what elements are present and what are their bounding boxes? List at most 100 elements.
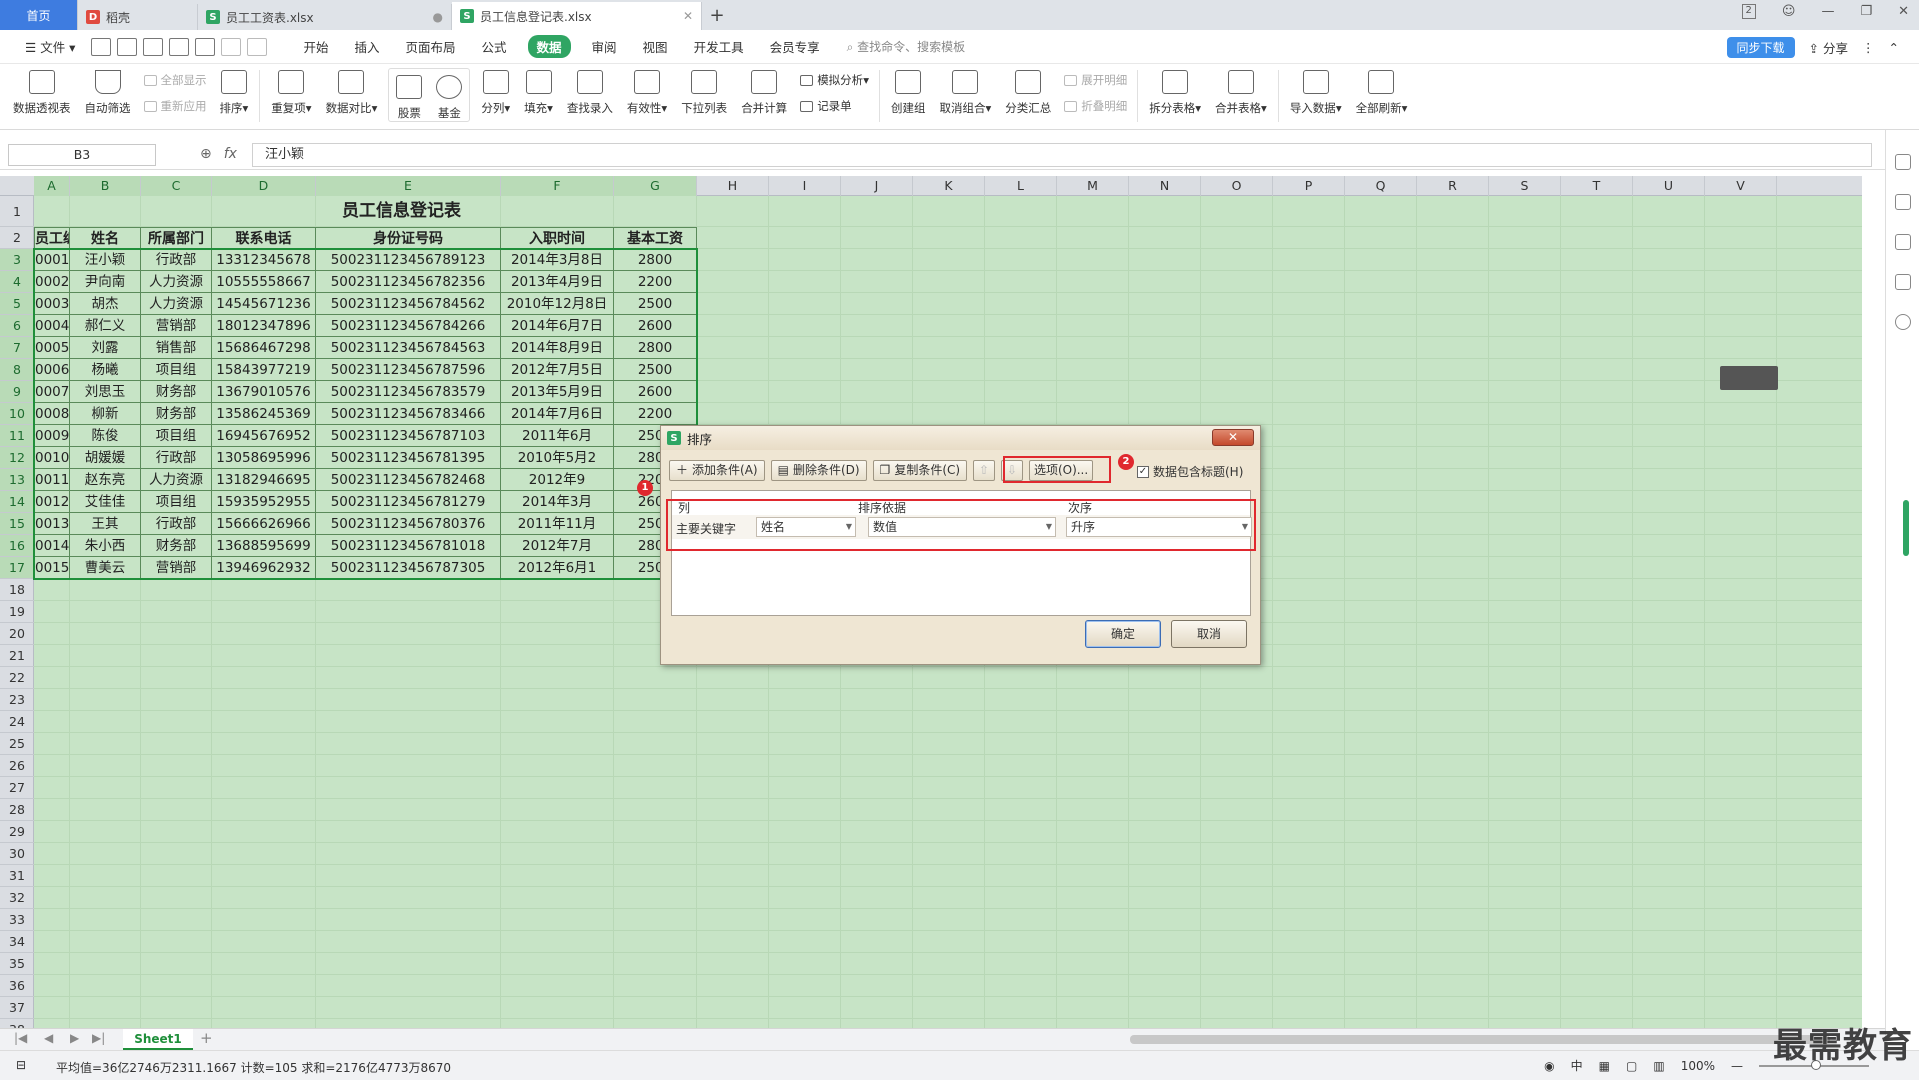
- table-cell[interactable]: 营销部: [141, 557, 212, 579]
- zoom-out-icon[interactable]: —: [1731, 1059, 1743, 1073]
- table-cell[interactable]: 项目组: [141, 359, 212, 381]
- dialog-close-button[interactable]: ✕: [1212, 429, 1254, 446]
- row-header-10[interactable]: 10: [0, 403, 34, 425]
- table-cell[interactable]: 500231123456787103: [316, 425, 501, 447]
- pivot-table-button[interactable]: 数据透视表: [6, 64, 78, 116]
- table-cell[interactable]: 2010年5月2: [501, 447, 614, 469]
- tab-home[interactable]: 首页: [0, 0, 78, 30]
- table-header-cell[interactable]: 员工编号: [34, 227, 70, 249]
- prev-sheet-icon[interactable]: ◀: [44, 1031, 53, 1045]
- table-cell[interactable]: 财务部: [141, 535, 212, 557]
- more-icon[interactable]: ⋮: [1862, 40, 1875, 55]
- sort-basis-select[interactable]: 数值 ▼: [868, 517, 1056, 537]
- lookup-entry-button[interactable]: 查找录入: [560, 64, 620, 116]
- table-cell[interactable]: 500231123456787305: [316, 557, 501, 579]
- fx-icon[interactable]: fx: [224, 146, 237, 162]
- last-sheet-icon[interactable]: ▶|: [92, 1031, 105, 1045]
- move-down-button[interactable]: ⇩: [1001, 460, 1024, 481]
- tab-daoke[interactable]: D 稻壳: [78, 4, 198, 30]
- row-header-24[interactable]: 24: [0, 711, 34, 733]
- horizontal-scrollbar[interactable]: [1130, 1035, 1830, 1044]
- record-form-button[interactable]: 记录单: [800, 98, 869, 114]
- table-cell[interactable]: 行政部: [141, 447, 212, 469]
- table-header-cell[interactable]: 所属部门: [141, 227, 212, 249]
- table-cell[interactable]: 500231123456789123: [316, 249, 501, 271]
- cloud-sync-button[interactable]: 同步下载: [1726, 37, 1795, 58]
- column-header-u[interactable]: U: [1633, 176, 1705, 196]
- column-header-t[interactable]: T: [1561, 176, 1633, 196]
- eye-protect-icon[interactable]: ◉: [1544, 1059, 1554, 1073]
- table-cell[interactable]: 13058695996: [212, 447, 316, 469]
- table-cell[interactable]: 14545671236: [212, 293, 316, 315]
- table-title[interactable]: 员工信息登记表: [34, 196, 769, 227]
- command-search[interactable]: ⌕ 查找命令、搜索模板: [847, 38, 966, 55]
- table-cell[interactable]: 500231123456787596: [316, 359, 501, 381]
- row-header-22[interactable]: 22: [0, 667, 34, 689]
- table-cell[interactable]: 2010年12月8日: [501, 293, 614, 315]
- table-cell[interactable]: 人力资源: [141, 271, 212, 293]
- row-header-5[interactable]: 5: [0, 293, 34, 315]
- row-header-17[interactable]: 17: [0, 557, 34, 579]
- table-cell[interactable]: 15666626966: [212, 513, 316, 535]
- table-cell[interactable]: 13946962932: [212, 557, 316, 579]
- close-window-icon[interactable]: ✕: [1898, 4, 1909, 19]
- table-cell[interactable]: 0014: [34, 535, 70, 557]
- side-scroll-indicator[interactable]: [1903, 500, 1909, 556]
- file-menu[interactable]: ☰ 文件 ▾: [12, 37, 88, 56]
- fund-button[interactable]: 基金: [429, 69, 469, 121]
- page-view-icon[interactable]: ▢: [1626, 1059, 1637, 1073]
- zoom-icon[interactable]: ⊕: [200, 146, 212, 162]
- table-cell[interactable]: 2200: [614, 403, 697, 425]
- table-cell[interactable]: 2500: [614, 293, 697, 315]
- compare-button[interactable]: 数据对比▾: [319, 64, 385, 116]
- split-column-button[interactable]: 分列▾: [474, 64, 517, 116]
- table-cell[interactable]: 项目组: [141, 425, 212, 447]
- row-header-13[interactable]: 13: [0, 469, 34, 491]
- row-header-27[interactable]: 27: [0, 777, 34, 799]
- formula-input[interactable]: 汪小颖: [252, 143, 1872, 167]
- table-cell[interactable]: 项目组: [141, 491, 212, 513]
- what-if-button[interactable]: 模拟分析▾: [800, 72, 869, 88]
- table-cell[interactable]: 艾佳佳: [70, 491, 141, 513]
- has-header-checkbox[interactable]: ✓ 数据包含标题(H): [1137, 463, 1243, 480]
- menu-view[interactable]: 视图: [630, 37, 681, 56]
- table-header-cell[interactable]: 基本工资: [614, 227, 697, 249]
- tab-workbook-salary[interactable]: S 员工工资表.xlsx ●: [198, 4, 452, 30]
- table-cell[interactable]: 柳新: [70, 403, 141, 425]
- refresh-all-button[interactable]: 全部刷新▾: [1349, 64, 1415, 116]
- row-header-34[interactable]: 34: [0, 931, 34, 953]
- table-cell[interactable]: 2011年11月: [501, 513, 614, 535]
- table-cell[interactable]: 0001: [34, 249, 70, 271]
- column-header-v[interactable]: V: [1705, 176, 1777, 196]
- row-header-33[interactable]: 33: [0, 909, 34, 931]
- sheet-tab-sheet1[interactable]: Sheet1: [123, 1029, 193, 1050]
- table-cell[interactable]: 13586245369: [212, 403, 316, 425]
- column-header-q[interactable]: Q: [1345, 176, 1417, 196]
- row-header-11[interactable]: 11: [0, 425, 34, 447]
- table-cell[interactable]: 13182946695: [212, 469, 316, 491]
- table-cell[interactable]: 汪小颖: [70, 249, 141, 271]
- sort-button[interactable]: 排序▾: [213, 64, 256, 116]
- row-header-31[interactable]: 31: [0, 865, 34, 887]
- dropdown-list-button[interactable]: 下拉列表: [674, 64, 734, 116]
- table-cell[interactable]: 500231123456781279: [316, 491, 501, 513]
- table-cell[interactable]: 2012年9: [501, 469, 614, 491]
- macro-record-icon[interactable]: ⊟: [16, 1058, 26, 1072]
- row-header-30[interactable]: 30: [0, 843, 34, 865]
- share-button[interactable]: ⇪ 分享: [1809, 38, 1848, 57]
- table-cell[interactable]: 500231123456782356: [316, 271, 501, 293]
- table-cell[interactable]: 销售部: [141, 337, 212, 359]
- table-cell[interactable]: 2600: [614, 315, 697, 337]
- table-cell[interactable]: 2014年6月7日: [501, 315, 614, 337]
- table-cell[interactable]: 杨曦: [70, 359, 141, 381]
- table-cell[interactable]: 15935952955: [212, 491, 316, 513]
- table-cell[interactable]: 营销部: [141, 315, 212, 337]
- table-cell[interactable]: 行政部: [141, 249, 212, 271]
- table-cell[interactable]: 2014年3月: [501, 491, 614, 513]
- key-column-select[interactable]: 姓名 ▼: [756, 517, 856, 537]
- table-cell[interactable]: 0005: [34, 337, 70, 359]
- dialog-titlebar[interactable]: S 排序: [661, 426, 1260, 450]
- first-sheet-icon[interactable]: |◀: [14, 1031, 27, 1045]
- table-cell[interactable]: 16945676952: [212, 425, 316, 447]
- page-break-icon[interactable]: ▥: [1653, 1059, 1664, 1073]
